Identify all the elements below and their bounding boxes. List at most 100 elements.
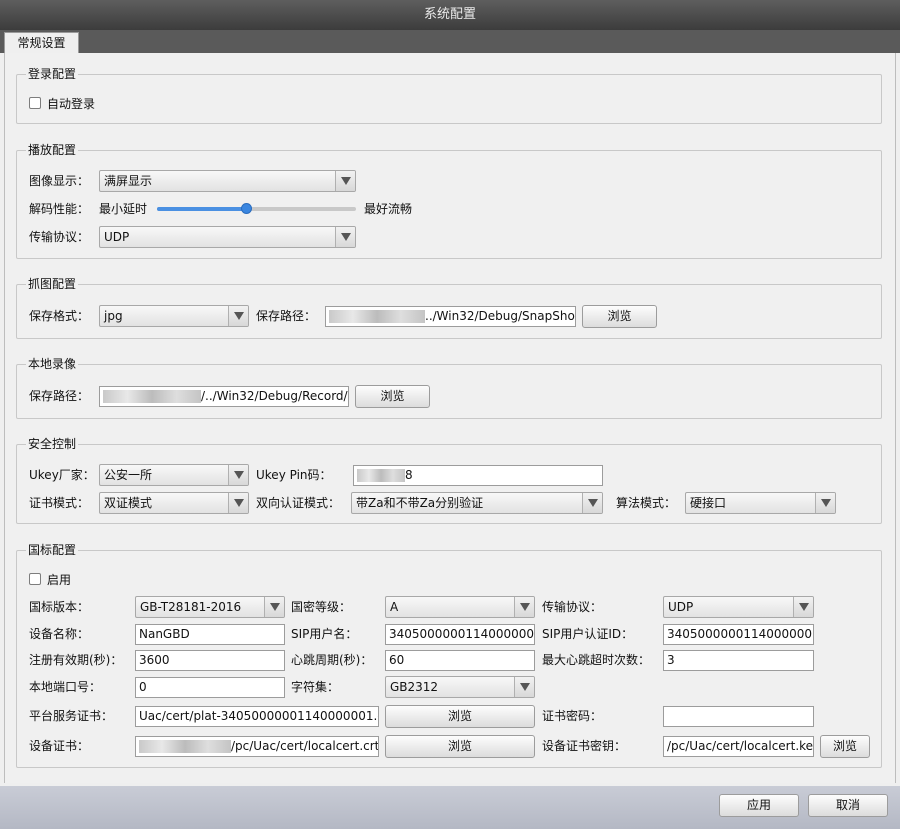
snapshot-group-title: 抓图配置 xyxy=(26,277,79,291)
auto-login-checkbox[interactable] xyxy=(29,97,41,109)
cancel-button[interactable]: 取消 xyxy=(808,794,888,817)
cert-mode-label: 证书模式： xyxy=(29,496,90,510)
ukey-vendor-value: 公安一所 xyxy=(104,468,153,482)
charset-select[interactable]: GB2312 xyxy=(385,676,535,698)
device-cert-input[interactable]: /pc/Uac/cert/localcert.crt xyxy=(135,736,379,757)
gb-protocol-value: UDP xyxy=(668,600,694,614)
platform-cert-browse-button[interactable]: 浏览 xyxy=(385,705,535,728)
mutual-auth-value: 带Za和不带Za分别验证 xyxy=(356,496,484,510)
cert-password-label: 证书密码： xyxy=(542,709,603,723)
mutual-auth-select[interactable]: 带Za和不带Za分别验证 xyxy=(351,492,603,514)
play-protocol-select[interactable]: UDP xyxy=(99,226,356,248)
footer-bar: 应用 取消 xyxy=(0,786,900,829)
redacted-text xyxy=(139,740,231,753)
apply-button[interactable]: 应用 xyxy=(719,794,799,817)
chevron-down-icon xyxy=(228,465,248,485)
snapshot-format-label: 保存格式： xyxy=(29,309,90,323)
algo-mode-select[interactable]: 硬接口 xyxy=(685,492,836,514)
gb-protocol-label: 传输协议： xyxy=(542,600,603,614)
cert-mode-select[interactable]: 双证模式 xyxy=(99,492,249,514)
cert-mode-value: 双证模式 xyxy=(104,496,153,510)
charset-value: GB2312 xyxy=(390,680,439,694)
ukey-pin-label: Ukey Pin码： xyxy=(256,468,332,482)
snapshot-path-input[interactable]: ../Win32/Debug/SnapShot/ xyxy=(325,306,576,327)
device-key-browse-button[interactable]: 浏览 xyxy=(820,735,870,758)
device-key-input[interactable]: /pc/Uac/cert/localcert.key xyxy=(663,736,814,757)
record-browse-button[interactable]: 浏览 xyxy=(355,385,430,408)
decode-min-label: 最小延时 xyxy=(99,202,148,216)
heartbeat-label: 心跳周期(秒)： xyxy=(291,653,373,667)
chevron-down-icon xyxy=(582,493,602,513)
chevron-down-icon xyxy=(514,677,534,697)
gb-version-select[interactable]: GB-T28181-2016 xyxy=(135,596,285,618)
snapshot-path-label: 保存路径： xyxy=(256,309,317,323)
crypto-level-label: 国密等级： xyxy=(291,600,352,614)
image-display-select[interactable]: 满屏显示 xyxy=(99,170,356,192)
local-port-label: 本地端口号： xyxy=(29,680,102,694)
chevron-down-icon xyxy=(815,493,835,513)
snapshot-format-select[interactable]: jpg xyxy=(99,305,249,327)
algo-mode-value: 硬接口 xyxy=(690,496,727,510)
redacted-text xyxy=(357,469,405,482)
sip-user-label: SIP用户名： xyxy=(291,627,358,641)
record-group-title: 本地录像 xyxy=(26,357,79,371)
algo-mode-label: 算法模式： xyxy=(616,496,677,510)
decode-performance-label: 解码性能： xyxy=(29,202,90,216)
image-display-value: 满屏显示 xyxy=(104,174,153,188)
window-title: 系统配置 xyxy=(0,0,900,30)
platform-cert-input[interactable]: Uac/cert/plat-34050000001140000001.crt xyxy=(135,706,379,727)
gb-protocol-select[interactable]: UDP xyxy=(663,596,814,618)
max-timeout-input[interactable]: 3 xyxy=(663,650,814,671)
ukey-pin-value: 8 xyxy=(405,468,413,482)
gb-version-value: GB-T28181-2016 xyxy=(140,600,242,614)
snapshot-browse-button[interactable]: 浏览 xyxy=(582,305,657,328)
record-path-input[interactable]: /../Win32/Debug/Record/ xyxy=(99,386,349,407)
record-path-label: 保存路径： xyxy=(29,389,90,403)
tab-strip: 常规设置 xyxy=(0,30,900,54)
reg-expire-input[interactable]: 3600 xyxy=(135,650,285,671)
decode-slider-handle[interactable] xyxy=(241,203,252,214)
crypto-level-select[interactable]: A xyxy=(385,596,535,618)
chevron-down-icon xyxy=(514,597,534,617)
chevron-down-icon xyxy=(793,597,813,617)
gb-version-label: 国标版本： xyxy=(29,600,90,614)
reg-expire-label: 注册有效期(秒)： xyxy=(29,653,123,667)
chevron-down-icon xyxy=(228,493,248,513)
max-timeout-label: 最大心跳超时次数： xyxy=(542,653,651,667)
record-path-value: /../Win32/Debug/Record/ xyxy=(201,389,348,403)
security-group-title: 安全控制 xyxy=(26,437,79,451)
ukey-vendor-label: Ukey厂家： xyxy=(29,468,95,482)
chevron-down-icon xyxy=(335,171,355,191)
device-cert-browse-button[interactable]: 浏览 xyxy=(385,735,535,758)
snapshot-path-value: ../Win32/Debug/SnapShot/ xyxy=(425,309,576,323)
play-protocol-label: 传输协议： xyxy=(29,230,90,244)
play-group-title: 播放配置 xyxy=(26,143,79,157)
sip-auth-input[interactable]: 34050000001140000001 xyxy=(663,624,814,645)
crypto-level-value: A xyxy=(390,600,399,614)
sip-auth-label: SIP用户认证ID： xyxy=(542,627,634,641)
chevron-down-icon xyxy=(335,227,355,247)
ukey-pin-input[interactable]: 8 xyxy=(353,465,603,486)
device-cert-label: 设备证书： xyxy=(29,739,90,753)
play-protocol-value: UDP xyxy=(104,230,130,244)
sip-user-input[interactable]: 34050000001140000001 xyxy=(385,624,535,645)
auto-login-label: 自动登录 xyxy=(47,97,96,111)
tab-general-settings[interactable]: 常规设置 xyxy=(4,32,79,54)
mutual-auth-label: 双向认证模式： xyxy=(256,496,341,510)
platform-cert-label: 平台服务证书： xyxy=(29,709,114,723)
redacted-text xyxy=(103,390,201,403)
cert-password-input[interactable] xyxy=(663,706,814,727)
ukey-vendor-select[interactable]: 公安一所 xyxy=(99,464,249,486)
snapshot-format-value: jpg xyxy=(104,309,123,323)
login-group xyxy=(16,74,882,124)
login-group-title: 登录配置 xyxy=(26,67,79,81)
local-port-input[interactable]: 0 xyxy=(135,677,285,698)
device-cert-value: /pc/Uac/cert/localcert.crt xyxy=(231,739,379,753)
decode-max-label: 最好流畅 xyxy=(364,202,413,216)
redacted-text xyxy=(329,310,425,323)
charset-label: 字符集： xyxy=(291,680,340,694)
gb-group-title: 国标配置 xyxy=(26,543,79,557)
gb-enable-checkbox[interactable] xyxy=(29,573,41,585)
heartbeat-input[interactable]: 60 xyxy=(385,650,535,671)
device-name-input[interactable]: NanGBD xyxy=(135,624,285,645)
